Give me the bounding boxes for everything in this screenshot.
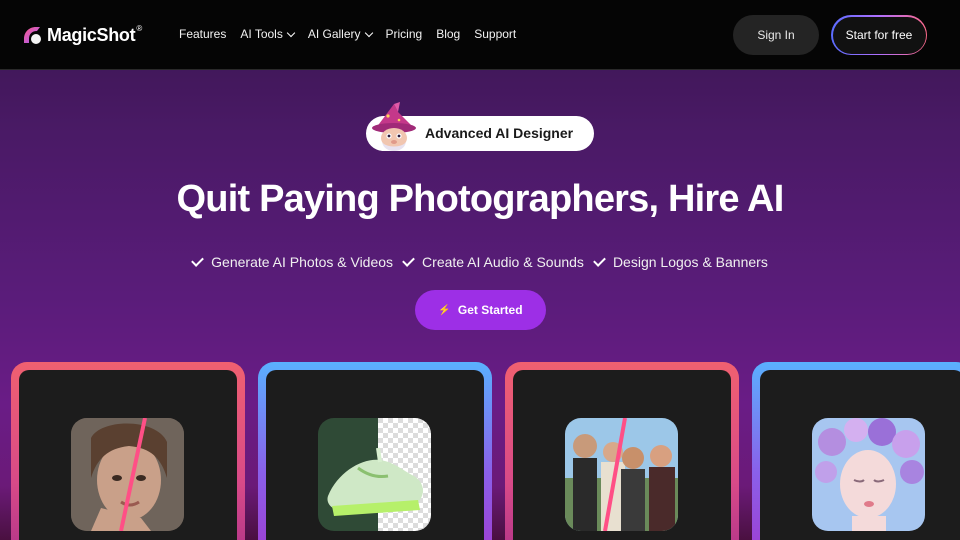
- check-icon: [402, 254, 415, 267]
- tool-card-flower-portrait[interactable]: [752, 362, 960, 540]
- nav-link-label: Pricing: [385, 27, 423, 41]
- nav-link-label: Support: [474, 27, 517, 41]
- logo[interactable]: MagicShot ®: [21, 24, 142, 46]
- flower-portrait-image: [812, 418, 925, 531]
- wizard-mascot-icon: [372, 102, 416, 151]
- sneaker-image: [318, 418, 431, 531]
- tool-card-group-photo[interactable]: [505, 362, 739, 540]
- hero-badge: Advanced AI Designer: [366, 102, 594, 151]
- chevron-down-icon: [286, 28, 296, 37]
- nav-link-ai-tools[interactable]: AI Tools: [240, 27, 296, 41]
- nav-link-ai-gallery[interactable]: AI Gallery: [307, 27, 373, 41]
- nav-link-label: AI Gallery: [307, 27, 361, 41]
- portrait-woman-image: [71, 418, 184, 531]
- card-body: [266, 370, 484, 540]
- nav-link-label: Features: [179, 27, 227, 41]
- nav-link-features[interactable]: Features: [179, 27, 226, 41]
- feature-item: Create AI Audio & Sounds: [402, 254, 584, 270]
- card-body: [760, 370, 960, 540]
- tool-card-background-remover[interactable]: [258, 362, 492, 540]
- get-started-label: Get Started: [457, 303, 523, 317]
- nav-links: Features AI Tools AI Gallery Pricing Blo…: [179, 27, 530, 41]
- logo-text: MagicShot: [47, 24, 136, 45]
- check-icon: [191, 254, 205, 267]
- logo-icon: [24, 27, 41, 44]
- top-navbar: MagicShot ® Features AI Tools AI Gallery…: [0, 0, 960, 70]
- nav-link-support[interactable]: Support: [474, 27, 516, 41]
- card-body: [19, 370, 237, 540]
- registered-mark: ®: [136, 23, 143, 33]
- tool-card-portrait[interactable]: [11, 362, 245, 540]
- badge-label: Advanced AI Designer: [425, 125, 574, 141]
- check-icon: [593, 254, 606, 267]
- get-started-button[interactable]: ⚡ Get Started: [415, 290, 546, 330]
- feature-label: Create AI Audio & Sounds: [422, 254, 584, 270]
- feature-list: Generate AI Photos & Videos Create AI Au…: [0, 254, 960, 270]
- sign-in-button[interactable]: Sign In: [733, 15, 819, 55]
- group-photo-image: [565, 418, 678, 531]
- nav-link-blog[interactable]: Blog: [436, 27, 460, 41]
- chevron-down-icon: [364, 28, 373, 37]
- feature-item: Design Logos & Banners: [593, 254, 768, 270]
- feature-label: Design Logos & Banners: [612, 254, 768, 270]
- bolt-icon: ⚡: [438, 304, 451, 316]
- nav-link-label: Blog: [436, 27, 461, 41]
- hero-title: Quit Paying Photographers, Hire AI: [176, 178, 785, 220]
- feature-label: Generate AI Photos & Videos: [211, 254, 394, 270]
- start-for-free-button[interactable]: Start for free: [831, 15, 927, 55]
- nav-link-label: AI Tools: [240, 27, 283, 41]
- feature-item: Generate AI Photos & Videos: [191, 254, 394, 270]
- nav-link-pricing[interactable]: Pricing: [386, 27, 423, 41]
- start-for-free-label: Start for free: [832, 16, 926, 54]
- card-body: [513, 370, 731, 540]
